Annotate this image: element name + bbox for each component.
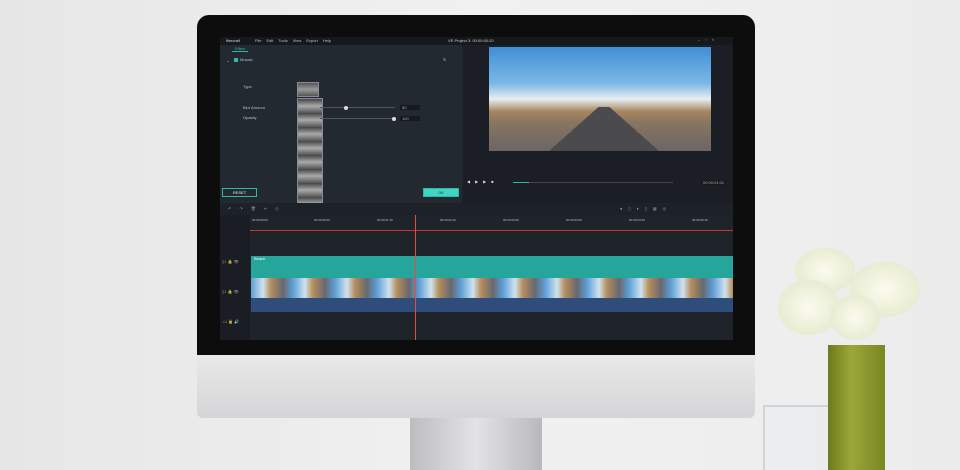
timeline-toolbar: ↶↷🗑✂◷ ●▯♦▯▦◎: [220, 203, 733, 215]
green-vase: [828, 345, 885, 470]
reset-button[interactable]: RESET: [222, 188, 257, 197]
menu-tools[interactable]: Tools: [278, 38, 287, 43]
reset-effect-icon[interactable]: ↻: [443, 57, 446, 62]
mosaic-type-list[interactable]: [297, 98, 323, 210]
opacity-input[interactable]: 100: [400, 116, 420, 121]
blur-amount-label: Blur Amount: [243, 105, 265, 110]
clip-label: Beach: [254, 256, 266, 261]
ruler-tick: 00:00:04:00: [566, 218, 582, 222]
road-image: [549, 107, 659, 151]
ruler-tick: 00:00:05:15: [692, 218, 708, 222]
flower: [778, 280, 840, 335]
video-track-2-controls[interactable]: ▯1 🔒 👁: [222, 289, 239, 294]
audio-track-controls[interactable]: ♫1 🔒 🔊: [222, 319, 239, 324]
ruler-tick: 00:00:02:10: [440, 218, 456, 222]
video-clip[interactable]: [251, 278, 733, 298]
flower: [830, 295, 880, 340]
effect-panel: Effect ⌄ Mosaic ↻ Type Blur Amount 50 Op…: [220, 45, 462, 210]
ruler-tick: 00:00:01:15: [377, 218, 393, 222]
menu-view[interactable]: View: [293, 38, 302, 43]
ruler-tick: 00:00:03:05: [503, 218, 519, 222]
opacity-label: Opacity: [243, 115, 257, 120]
blur-slider[interactable]: [320, 105, 395, 110]
ruler-tick: 00:00:00:00: [252, 218, 268, 222]
window-controls[interactable]: –▫×: [698, 37, 719, 42]
timeline-ruler[interactable]: 00:00:00:00 00:00:00:20 00:00:01:15 00:0…: [250, 217, 733, 231]
edit-tools[interactable]: ↶↷🗑✂◷: [228, 206, 287, 211]
monitor-stand: [410, 418, 542, 470]
editor-window: filmora9 File Edit Tools View Export Hel…: [220, 37, 733, 340]
preview-panel: ◀▶▶■ 00:00:01:01: [463, 45, 733, 203]
project-title: VE Project 3: 00:00:00:20: [448, 38, 494, 43]
playback-controls[interactable]: ◀▶▶■: [467, 179, 499, 184]
opacity-slider[interactable]: [320, 116, 396, 121]
preview-timecode: 00:00:01:01: [701, 180, 727, 185]
menu-edit[interactable]: Edit: [266, 38, 273, 43]
effect-checkbox[interactable]: [234, 58, 238, 62]
type-label: Type: [243, 84, 252, 89]
video-track-controls[interactable]: ▯1 🔒 👁: [222, 259, 239, 264]
mosaic-type-dropdown[interactable]: [297, 82, 319, 97]
menu-export[interactable]: Export: [306, 38, 318, 43]
effect-name: Mosaic: [240, 57, 253, 62]
monitor-chin: [197, 355, 755, 418]
ruler-tick: 00:00:04:20: [629, 218, 645, 222]
timeline-tools[interactable]: ●▯♦▯▦◎: [620, 206, 672, 211]
playhead[interactable]: [415, 215, 416, 340]
menu-file[interactable]: File: [255, 38, 261, 43]
audio-clip[interactable]: [251, 298, 733, 312]
chevron-down-icon[interactable]: ⌄: [226, 58, 229, 63]
menu-help[interactable]: Help: [323, 38, 331, 43]
ruler-tick: 00:00:00:20: [314, 218, 330, 222]
ok-button[interactable]: OK: [423, 188, 459, 197]
tab-effect[interactable]: Effect: [232, 46, 249, 52]
preview-video: [489, 47, 711, 151]
menu-bar: File Edit Tools View Export Help: [255, 38, 331, 43]
blur-amount-input[interactable]: 50: [400, 105, 420, 110]
preview-progress[interactable]: [513, 182, 673, 183]
app-logo: filmora9: [226, 38, 241, 43]
track-headers: ▯1 🔒 👁 ▯1 🔒 👁 ♫1 🔒 🔊: [220, 215, 250, 340]
title-bar: filmora9 File Edit Tools View Export Hel…: [220, 37, 733, 45]
effect-clip[interactable]: Beach: [251, 256, 733, 280]
